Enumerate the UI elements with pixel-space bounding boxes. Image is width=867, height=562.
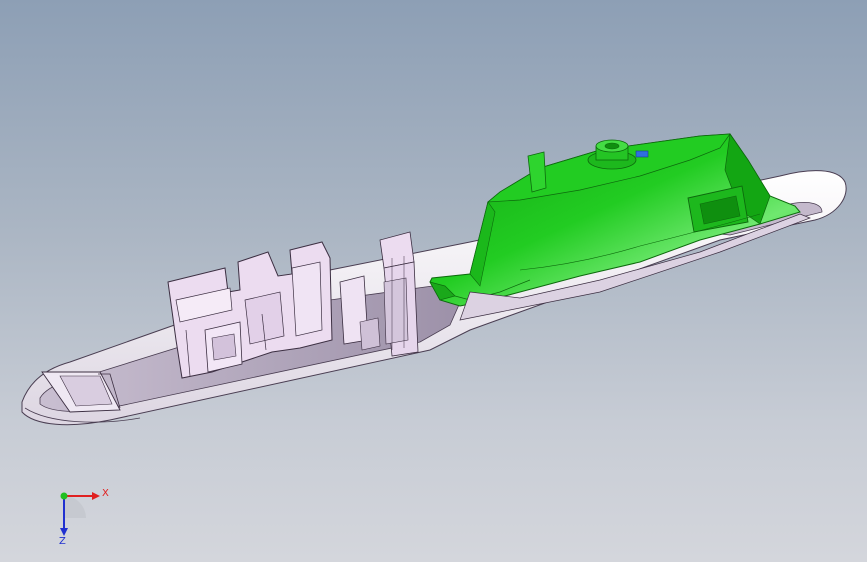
x-axis-label: X <box>102 488 109 499</box>
y-axis-dot-icon <box>60 492 68 500</box>
x-arrow-icon <box>92 492 100 500</box>
z-axis-label: Z <box>59 536 66 546</box>
3d-viewport[interactable]: X Z <box>0 0 867 562</box>
3d-model[interactable] <box>0 0 867 562</box>
blue-marker <box>635 150 649 158</box>
axis-triad[interactable]: X Z <box>48 482 118 546</box>
z-arrow-icon <box>60 528 68 536</box>
